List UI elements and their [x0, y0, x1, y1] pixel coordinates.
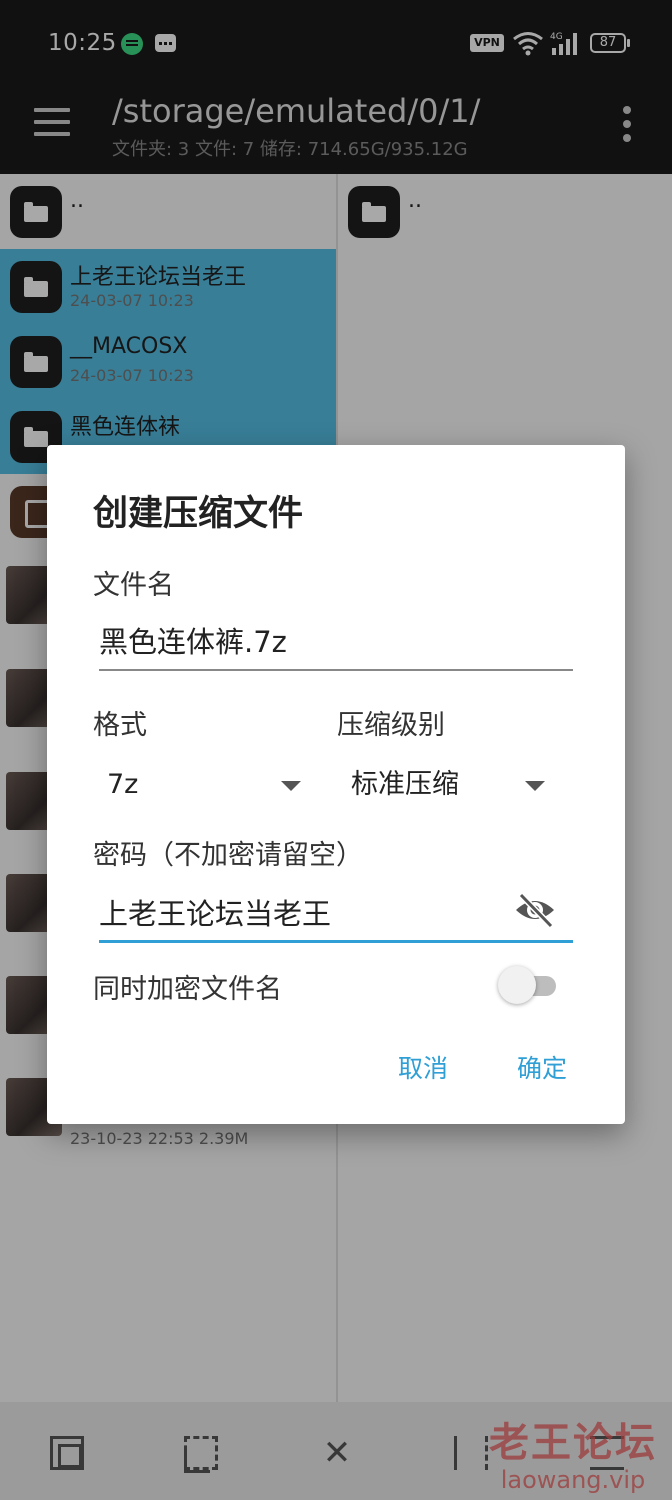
- encrypt-filenames-toggle[interactable]: [498, 966, 560, 1004]
- filename-label: 文件名: [93, 570, 174, 601]
- visibility-off-icon[interactable]: [513, 890, 557, 930]
- format-dropdown[interactable]: 7z: [107, 755, 307, 815]
- chevron-down-icon: [281, 781, 301, 791]
- dialog-title: 创建压缩文件: [93, 494, 304, 534]
- ok-button[interactable]: 确定: [517, 1049, 567, 1085]
- encrypt-filenames-label: 同时加密文件名: [93, 974, 282, 1005]
- password-field[interactable]: [99, 883, 573, 943]
- screen: 10:25 VPN 4G 87 /storage/emulated/0/1/ 文…: [0, 0, 672, 1500]
- chevron-down-icon: [525, 781, 545, 791]
- create-archive-dialog: 创建压缩文件 文件名 格式 压缩级别 7z 标准压缩 密码（不加密请留空） 同时…: [47, 445, 625, 1124]
- cancel-button[interactable]: 取消: [398, 1049, 448, 1085]
- compression-level-dropdown[interactable]: 标准压缩: [351, 755, 551, 815]
- password-input[interactable]: [99, 883, 499, 940]
- password-label: 密码（不加密请留空）: [93, 840, 363, 871]
- format-label: 格式: [93, 710, 147, 741]
- compression-level-value: 标准压缩: [351, 769, 459, 800]
- filename-field[interactable]: [99, 611, 573, 671]
- format-value: 7z: [107, 769, 139, 800]
- compression-level-label: 压缩级别: [337, 710, 445, 741]
- filename-input[interactable]: [99, 611, 573, 669]
